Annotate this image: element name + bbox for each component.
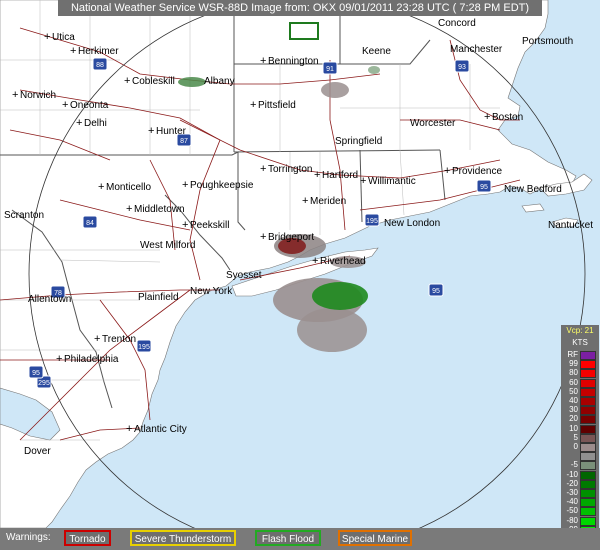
- city-label: Syosset: [226, 270, 262, 281]
- city-marker: +: [260, 231, 266, 243]
- city-label: Nantucket: [548, 220, 593, 231]
- highway-shield-label: 95: [480, 184, 488, 191]
- city-label: Utica: [52, 32, 75, 43]
- city-label: Bennington: [268, 56, 319, 67]
- warning-flash-flood-label: Flash Flood: [261, 534, 315, 545]
- city-marker: +: [98, 181, 104, 193]
- city-label: Pittsfield: [258, 100, 296, 111]
- city-label: Portsmouth: [522, 36, 573, 47]
- city-label: Albany: [204, 76, 235, 87]
- highway-shield-label: 95: [32, 370, 40, 377]
- city-label: Keene: [362, 46, 391, 57]
- city-label: Poughkeepsie: [190, 180, 254, 191]
- city-label: West Milford: [140, 240, 195, 251]
- city-marker: +: [44, 31, 50, 43]
- city-label: Scranton: [4, 210, 44, 221]
- highway-shield-label: 95: [432, 288, 440, 295]
- city-marker: +: [182, 219, 188, 231]
- legend-unit: KTS: [572, 338, 588, 347]
- city-label: Philadelphia: [64, 354, 119, 365]
- city-label: Norwich: [20, 90, 56, 101]
- city-marker: +: [260, 163, 266, 175]
- velocity-legend: Vcp: 21 KTS RF 99 80 60 50 40 30 20 10 5 0 -5 -10 -20…: [561, 325, 599, 545]
- warnings-label: Warnings:: [6, 532, 51, 543]
- city-marker: +: [126, 203, 132, 215]
- city-label: Dover: [24, 446, 51, 457]
- city-label: Cobleskill: [132, 76, 175, 87]
- city-marker: +: [56, 353, 62, 365]
- city-marker: +: [314, 169, 320, 181]
- city-label: Delhi: [84, 118, 107, 129]
- city-label: Allentown: [28, 294, 71, 305]
- city-label: New Bedford: [504, 184, 562, 195]
- city-label: Springfield: [335, 136, 382, 147]
- city-marker: +: [94, 333, 100, 345]
- city-marker: +: [360, 175, 366, 187]
- title-bar: National Weather Service WSR-88D Image f…: [58, 0, 542, 16]
- city-marker: +: [302, 195, 308, 207]
- city-label: Riverhead: [320, 256, 366, 267]
- city-marker: +: [126, 423, 132, 435]
- warning-tornado-button[interactable]: Tornado: [64, 530, 111, 546]
- highway-shield-label: 84: [86, 220, 94, 227]
- city-label: Manchester: [450, 44, 503, 55]
- legend-vcp: Vcp: 21: [566, 326, 594, 335]
- city-label: Atlantic City: [134, 424, 187, 435]
- highway-shield-label: 87: [180, 138, 188, 145]
- city-label: Peekskill: [190, 220, 229, 231]
- city-marker: +: [124, 75, 130, 87]
- city-marker: +: [12, 89, 18, 101]
- city-marker: +: [76, 117, 82, 129]
- city-marker: +: [182, 179, 188, 191]
- city-marker: +: [444, 165, 450, 177]
- highway-shield-label: 195: [366, 218, 378, 225]
- city-label: Middletown: [134, 204, 185, 215]
- city-label: Trenton: [102, 334, 136, 345]
- city-marker: +: [148, 125, 154, 137]
- warnings-bar: Warnings: Tornado Severe Thunderstorm Fl…: [0, 528, 600, 550]
- city-label: Torrington: [268, 164, 312, 175]
- warning-flash-flood-button[interactable]: Flash Flood: [255, 530, 321, 546]
- city-label: Oneonta: [70, 100, 109, 111]
- city-label: Hunter: [156, 126, 187, 137]
- city-label: Monticello: [106, 182, 151, 193]
- city-marker: +: [312, 255, 318, 267]
- city-label: Concord: [438, 18, 476, 29]
- highway-shield-label: 88: [96, 62, 104, 69]
- city-label: Worcester: [410, 118, 456, 129]
- city-label: Bridgeport: [268, 232, 314, 243]
- city-label: Willimantic: [368, 176, 416, 187]
- city-marker: +: [484, 111, 490, 123]
- highway-shield-label: 195: [138, 344, 150, 351]
- warning-tornado-label: Tornado: [69, 534, 106, 545]
- city-label: Boston: [492, 112, 523, 123]
- city-marker: +: [260, 55, 266, 67]
- city-marker: +: [62, 99, 68, 111]
- city-label: Providence: [452, 166, 502, 177]
- city-marker: +: [250, 99, 256, 111]
- warning-special-marine-label: Special Marine: [341, 534, 409, 545]
- warning-severe-thunderstorm-label: Severe Thunderstorm: [134, 534, 232, 545]
- city-label: New York: [190, 286, 233, 297]
- city-label: Hartford: [322, 170, 358, 181]
- city-label: Plainfield: [138, 292, 179, 303]
- city-label: Meriden: [310, 196, 346, 207]
- highway-shield-label: 93: [458, 64, 466, 71]
- warning-special-marine-button[interactable]: Special Marine: [338, 530, 412, 546]
- city-label: Herkimer: [78, 46, 119, 57]
- highway-shield-label: 295: [38, 380, 50, 387]
- radar-map: 8891 93879584 195957819529595 + Utica+ Herki…: [0, 0, 600, 550]
- city-label: New London: [384, 218, 440, 229]
- city-marker: +: [70, 45, 76, 57]
- highway-shield-label: 91: [326, 66, 334, 73]
- warning-severe-thunderstorm-button[interactable]: Severe Thunderstorm: [130, 530, 236, 546]
